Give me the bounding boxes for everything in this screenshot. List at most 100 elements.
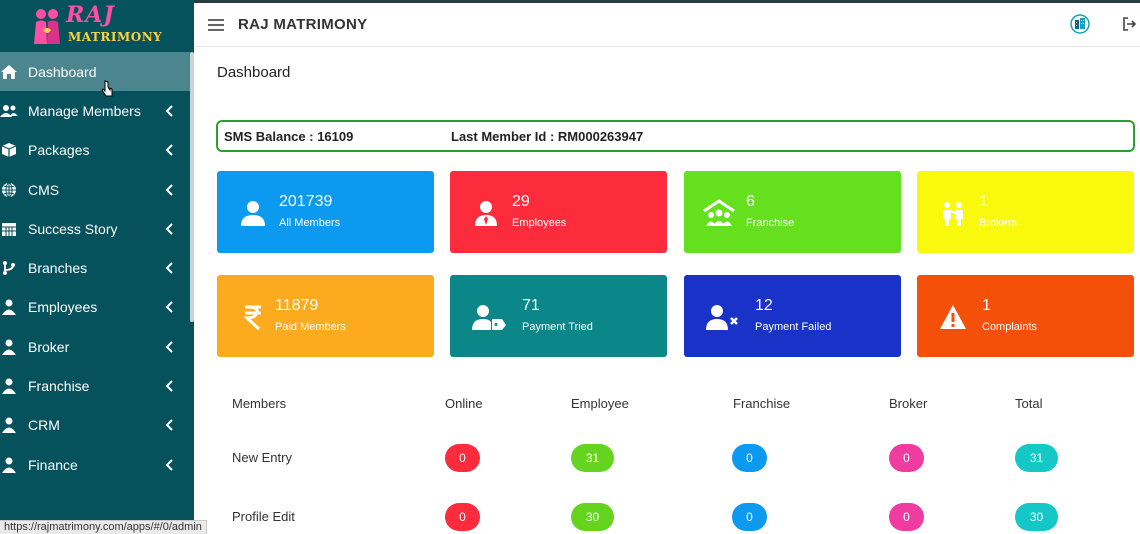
hamburger-menu-icon[interactable] xyxy=(208,18,224,32)
table-header-online: Online xyxy=(445,396,483,411)
card-paid-members[interactable]: 11879 Paid Members xyxy=(217,275,434,357)
couple-logo-icon xyxy=(34,9,60,44)
card-label: Complaints xyxy=(982,321,1038,333)
user-times-icon xyxy=(706,305,738,330)
brand-logo[interactable]: RAJ MATRIMONY xyxy=(0,0,194,52)
user-icon xyxy=(0,456,18,474)
card-label: Franchise xyxy=(746,217,795,229)
card-franchise[interactable]: 6 Franchise xyxy=(684,171,901,253)
box-icon xyxy=(0,141,18,159)
home-icon xyxy=(0,63,18,81)
page-title: Dashboard xyxy=(217,64,291,81)
count-pill-online[interactable]: 0 xyxy=(445,444,480,472)
chevron-left-icon xyxy=(162,262,176,274)
logout-icon[interactable] xyxy=(1122,17,1136,31)
sidebar-item-label: Packages xyxy=(28,142,90,159)
user-icon xyxy=(0,377,18,395)
card-label: Payment Tried xyxy=(522,321,593,333)
chevron-left-icon xyxy=(162,183,176,196)
card-complaints[interactable]: 1 Complaints xyxy=(917,275,1134,357)
sidebar: RAJ MATRIMONY Dashboard Manage Members P… xyxy=(0,0,194,534)
chevron-left-icon xyxy=(162,105,176,117)
sidebar-item-cms[interactable]: CMS xyxy=(0,170,190,209)
card-value: 201739 xyxy=(279,193,333,210)
count-pill-employee[interactable]: 30 xyxy=(571,503,614,531)
sidebar-menu: Dashboard Manage Members Packages CMS Su… xyxy=(0,52,190,484)
warning-icon xyxy=(940,305,966,329)
status-bar-url: https://rajmatrimony.com/apps/#/0/admin xyxy=(0,520,207,534)
sidebar-item-label: Employees xyxy=(28,299,98,316)
card-value: 29 xyxy=(512,193,530,210)
brand-name-line1: RAJ xyxy=(66,2,115,28)
count-pill-broker[interactable]: 0 xyxy=(889,444,924,472)
card-brokers[interactable]: 1 Brokers xyxy=(917,171,1134,253)
branch-icon xyxy=(0,259,18,277)
sidebar-item-employees[interactable]: Employees xyxy=(0,288,190,327)
sidebar-item-branches[interactable]: Branches xyxy=(0,248,190,287)
card-all-members[interactable]: 201739 All Members xyxy=(217,171,434,253)
sms-balance-text: SMS Balance : 16109 xyxy=(224,128,354,144)
user-icon xyxy=(241,201,265,226)
card-value: 6 xyxy=(746,193,755,210)
chevron-left-icon xyxy=(162,144,176,156)
sms-balance-bar: SMS Balance : 16109 Last Member Id : RM0… xyxy=(216,120,1135,152)
employee-icon xyxy=(475,201,497,226)
sidebar-item-label: Franchise xyxy=(28,378,90,395)
card-value: 1 xyxy=(979,193,988,210)
sidebar-item-franchise[interactable]: Franchise xyxy=(0,366,190,405)
chevron-left-icon xyxy=(162,419,176,432)
sidebar-item-label: Branches xyxy=(28,260,88,277)
count-pill-total[interactable]: 30 xyxy=(1015,503,1058,531)
card-label: Paid Members xyxy=(275,321,346,333)
count-pill-franchise[interactable]: 0 xyxy=(732,503,767,531)
last-member-id-text: Last Member Id : RM000263947 xyxy=(451,128,644,144)
card-value: 11879 xyxy=(275,297,319,314)
user-icon xyxy=(0,338,18,356)
sidebar-item-label: Success Story xyxy=(28,220,118,237)
table-header-franchise: Franchise xyxy=(733,396,791,411)
table-row-label: New Entry xyxy=(232,450,292,465)
sidebar-item-crm[interactable]: CRM xyxy=(0,406,190,445)
count-pill-broker[interactable]: 0 xyxy=(889,503,924,531)
sidebar-item-label: CRM xyxy=(28,417,60,434)
count-pill-employee[interactable]: 31 xyxy=(571,444,614,472)
table-row-label: Profile Edit xyxy=(232,509,295,524)
card-value: 12 xyxy=(755,297,773,314)
user-icon xyxy=(0,298,18,316)
sidebar-item-finance[interactable]: Finance xyxy=(0,445,190,484)
chevron-left-icon xyxy=(162,458,176,471)
rupee-icon xyxy=(243,305,261,331)
table-header-employee: Employee xyxy=(571,396,629,411)
sidebar-item-label: Manage Members xyxy=(28,102,141,119)
sidebar-item-dashboard[interactable]: Dashboard xyxy=(0,52,190,97)
sidebar-item-manage-members[interactable]: Manage Members xyxy=(0,91,190,130)
brand-name-line2: MATRIMONY xyxy=(68,30,163,44)
topbar: RAJ MATRIMONY xyxy=(194,3,1140,47)
app-title: RAJ MATRIMONY xyxy=(238,16,368,33)
user-icon xyxy=(0,416,18,434)
sidebar-item-success-story[interactable]: Success Story xyxy=(0,209,190,248)
sidebar-item-label: Dashboard xyxy=(28,63,97,80)
sidebar-item-packages[interactable]: Packages xyxy=(0,131,190,170)
card-payment-failed[interactable]: 12 Payment Failed xyxy=(684,275,901,357)
sidebar-scrollbar[interactable] xyxy=(190,52,194,322)
card-payment-tried[interactable]: 71 Payment Tried xyxy=(450,275,667,357)
sidebar-item-label: Finance xyxy=(28,456,78,473)
table-header-total: Total xyxy=(1015,396,1043,411)
user-tag-icon xyxy=(472,305,506,330)
count-pill-total[interactable]: 31 xyxy=(1015,444,1058,472)
franchise-icon xyxy=(703,199,735,226)
building-icon[interactable] xyxy=(1070,14,1090,34)
chevron-left-icon xyxy=(162,301,176,314)
count-pill-franchise[interactable]: 0 xyxy=(732,444,767,472)
card-label: Employees xyxy=(512,217,567,229)
card-value: 71 xyxy=(522,297,540,314)
card-employees[interactable]: 29 Employees xyxy=(450,171,667,253)
count-pill-online[interactable]: 0 xyxy=(445,503,480,531)
card-label: Payment Failed xyxy=(755,321,832,333)
table-header-broker: Broker xyxy=(889,396,928,411)
sidebar-item-label: CMS xyxy=(28,181,60,198)
card-label: Brokers xyxy=(979,217,1017,229)
sidebar-item-broker[interactable]: Broker xyxy=(0,327,190,366)
brokers-icon xyxy=(943,202,963,226)
